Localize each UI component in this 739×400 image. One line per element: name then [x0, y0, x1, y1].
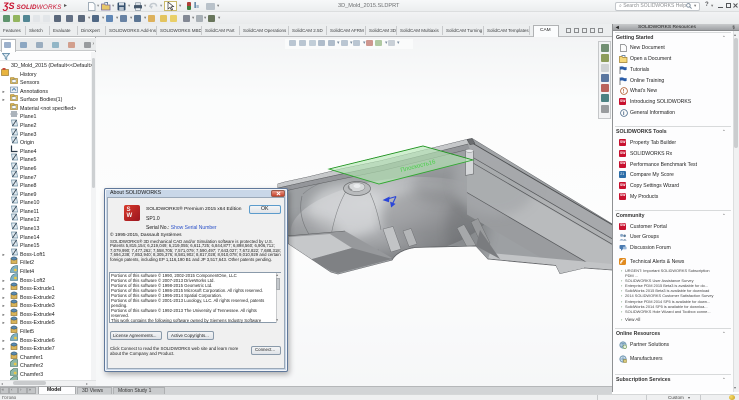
svg-text:!: ! — [622, 89, 624, 95]
